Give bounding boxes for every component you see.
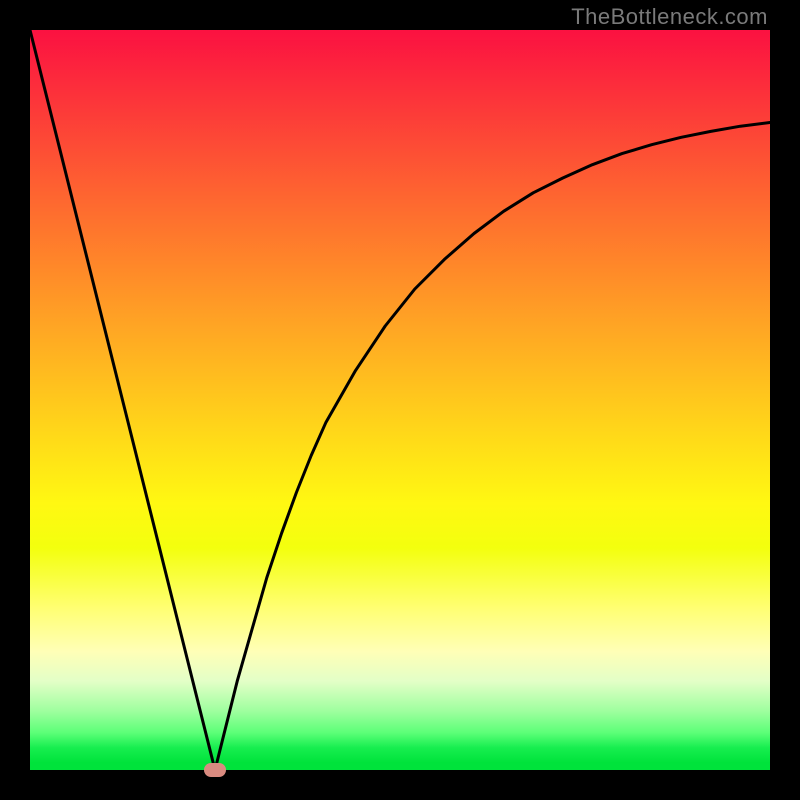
chart-frame: TheBottleneck.com (0, 0, 800, 800)
watermark-text: TheBottleneck.com (571, 4, 768, 30)
plot-area (30, 30, 770, 770)
chart-curve (30, 30, 770, 770)
minimum-marker (204, 763, 226, 777)
